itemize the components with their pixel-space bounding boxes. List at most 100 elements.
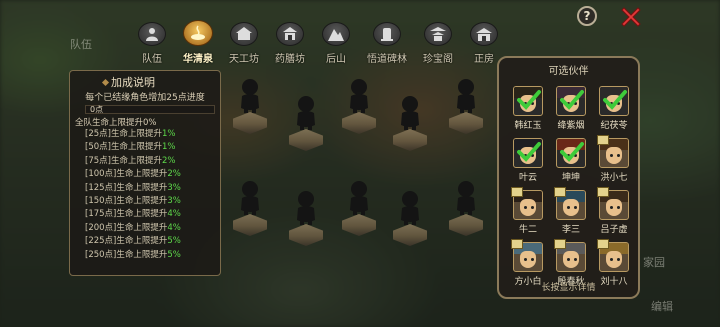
tier-value: 4% <box>167 222 181 233</box>
pedestal <box>449 112 483 134</box>
bonus-tier-row: [125点]生命上限提升3% <box>85 182 215 195</box>
empty-companion-slot[interactable] <box>448 78 484 138</box>
tier-label: [200点]生命上限提升 <box>85 222 168 233</box>
companion-card[interactable]: 牛二 <box>510 187 546 240</box>
companion-name: 叶云 <box>518 173 537 183</box>
tab-spring[interactable]: 华清泉 <box>176 20 220 66</box>
tab-label: 珍宝阁 <box>423 54 453 65</box>
companion-card[interactable]: 韩红玉 <box>510 86 546 136</box>
companion-portrait <box>556 86 586 116</box>
tab-stele[interactable]: 悟道碑林 <box>360 22 414 66</box>
team-icon <box>138 22 166 46</box>
rank-badge-icon <box>554 187 566 197</box>
companion-card[interactable]: 吕子虚 <box>596 187 632 240</box>
tier-label: [225点]生命上限提升 <box>85 236 168 247</box>
checkmark-icon <box>560 90 584 110</box>
eye <box>610 206 613 209</box>
empty-companion-slot[interactable] <box>288 190 324 250</box>
eye <box>567 258 570 261</box>
silhouette-icon <box>457 181 475 215</box>
bonus-tier-list: [25点]生命上限提升1% [50点]生命上限提升1% [75点]生命上限提升2%[… <box>75 128 215 262</box>
tab-label: 华清泉 <box>183 54 213 65</box>
companion-card[interactable]: 李三 <box>553 187 589 240</box>
tab-label: 天工坊 <box>229 54 259 65</box>
checkmark-icon <box>517 90 541 110</box>
empty-companion-slot[interactable] <box>232 78 268 138</box>
empty-companion-slot[interactable] <box>448 180 484 240</box>
long-press-hint: 长按显示详情 <box>541 283 596 293</box>
companion-card[interactable]: 绛紫烟 <box>553 86 589 136</box>
eye <box>567 206 570 209</box>
eye <box>574 258 577 261</box>
bonus-info-panel: 加成说明 每个已结缘角色增加25点进度 0点 全队生命上限提升0% [25点]生… <box>69 70 221 276</box>
diamond-icon <box>101 78 110 86</box>
silhouette-icon <box>241 181 259 215</box>
eye <box>617 154 620 157</box>
eye <box>531 258 534 261</box>
workshop-icon <box>230 22 258 46</box>
checkmark-icon <box>517 142 541 162</box>
tier-label: [25点]生命上限提升 <box>85 129 162 139</box>
help-button[interactable]: ? <box>577 6 597 26</box>
silhouette-icon <box>350 181 368 215</box>
background-label: 家园 <box>643 256 665 269</box>
empty-companion-slot[interactable] <box>288 95 324 155</box>
tab-label: 悟道碑林 <box>367 54 407 65</box>
silhouette-icon <box>401 191 419 225</box>
tab-team[interactable]: 队伍 <box>130 22 174 66</box>
tab-label: 药膳坊 <box>275 54 305 65</box>
companion-card[interactable]: 坤坤 <box>553 138 589 188</box>
empty-companion-slot[interactable] <box>232 180 268 240</box>
silhouette-icon <box>350 79 368 113</box>
tier-label: [175点]生命上限提升 <box>85 209 168 220</box>
eye <box>610 154 613 157</box>
total-bonus-line: 全队生命上限提升0% <box>75 118 157 128</box>
tier-value: 5% <box>167 236 181 247</box>
checkmark-icon <box>603 90 627 110</box>
pedestal <box>342 214 376 236</box>
eye <box>610 258 613 261</box>
companion-name: 坤坤 <box>561 173 580 183</box>
companion-card[interactable]: 洪小七 <box>596 135 632 188</box>
rank-badge-icon <box>554 239 566 249</box>
tier-label: [250点]生命上限提升 <box>85 249 168 260</box>
tab-workshop[interactable]: 天工坊 <box>222 22 266 66</box>
spring-icon <box>183 20 213 46</box>
empty-companion-slot[interactable] <box>392 190 428 250</box>
eye <box>531 206 534 209</box>
tab-kitchen[interactable]: 药膳坊 <box>268 22 312 66</box>
bonus-tier-row: [175点]生命上限提升4% <box>85 208 215 221</box>
bonus-tier-row: [50点]生命上限提升1% <box>85 141 215 154</box>
pedestal <box>449 214 483 236</box>
rank-badge-icon <box>597 187 609 197</box>
empty-companion-slot[interactable] <box>341 180 377 240</box>
bonus-title-row: 加成说明 <box>101 74 215 90</box>
stele-icon <box>373 22 401 46</box>
bonus-tier-row: [100点]生命上限提升2% <box>85 168 215 181</box>
close-icon[interactable] <box>619 5 643 29</box>
bonus-description: 每个已结缘角色增加25点进度 <box>85 93 205 103</box>
companion-portrait <box>556 138 586 168</box>
bonus-tier-row: [225点]生命上限提升5% <box>85 235 215 248</box>
empty-companion-slot[interactable] <box>392 95 428 155</box>
tab-pavilion[interactable]: 珍宝阁 <box>416 22 460 66</box>
house-icon <box>470 22 498 46</box>
pedestal <box>289 224 323 246</box>
bonus-progress-bar: 0点 <box>85 105 215 114</box>
tab-label: 正房 <box>474 54 494 65</box>
pedestal <box>233 112 267 134</box>
companion-card[interactable]: 叶云 <box>510 138 546 188</box>
tab-mountain[interactable]: 后山 <box>314 22 358 66</box>
tier-value: 2% <box>161 155 176 166</box>
tier-label: [150点]生命上限提升 <box>85 196 168 207</box>
tab-label: 队伍 <box>142 54 162 65</box>
silhouette-icon <box>241 79 259 113</box>
companion-card[interactable]: 纪茯苓 <box>596 86 632 136</box>
bonus-tier-row: [150点]生命上限提升3% <box>85 195 215 208</box>
companion-panel: 可选伙伴 韩红玉 绛紫烟 纪茯苓 叶云 坤坤 洪小七 牛二 李三 吕子虚 方小白 殷春秋 刘十八 长按… <box>497 56 640 299</box>
eye <box>617 258 620 261</box>
pedestal <box>393 129 427 151</box>
tier-value: 3% <box>167 196 181 207</box>
empty-companion-slot[interactable] <box>341 78 377 138</box>
background-label: 队伍 <box>70 38 92 51</box>
